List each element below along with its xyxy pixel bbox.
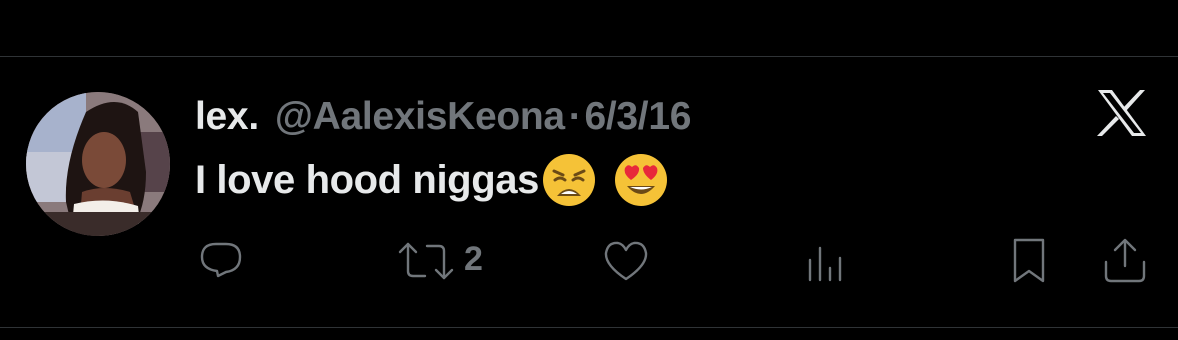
top-divider <box>0 56 1178 57</box>
tweet-text: I love hood niggas <box>195 157 539 202</box>
author-name[interactable]: lex. <box>195 95 259 139</box>
share-icon[interactable] <box>1100 0 1150 12</box>
views-icon[interactable] <box>806 0 850 12</box>
author-handle[interactable]: @AalexisKeona <box>275 95 565 139</box>
reply-icon[interactable] <box>198 0 248 12</box>
repost-icon[interactable] <box>400 0 452 12</box>
repost-icon[interactable] <box>396 238 456 284</box>
x-logo-icon <box>1096 88 1148 138</box>
repost-count: 2 <box>464 240 483 278</box>
separator-dot: · <box>568 95 582 138</box>
share-icon[interactable] <box>1100 236 1150 286</box>
like-icon[interactable] <box>604 0 650 12</box>
tweet-text-row: I love hood niggas <box>195 150 669 210</box>
like-icon[interactable] <box>600 238 652 284</box>
reply-icon[interactable] <box>196 238 246 284</box>
bookmark-icon[interactable] <box>1006 0 1050 12</box>
weary-face-emoji-icon <box>542 154 595 206</box>
bottom-divider <box>0 327 1178 328</box>
tweet-date[interactable]: 6/3/16 <box>584 95 691 139</box>
heart-eyes-emoji-icon <box>614 154 667 206</box>
avatar[interactable] <box>26 92 170 236</box>
tweet-header: lex. @AalexisKeona · 6/3/16 <box>195 92 691 142</box>
bookmark-icon[interactable] <box>1006 236 1052 286</box>
views-icon[interactable] <box>804 240 850 286</box>
